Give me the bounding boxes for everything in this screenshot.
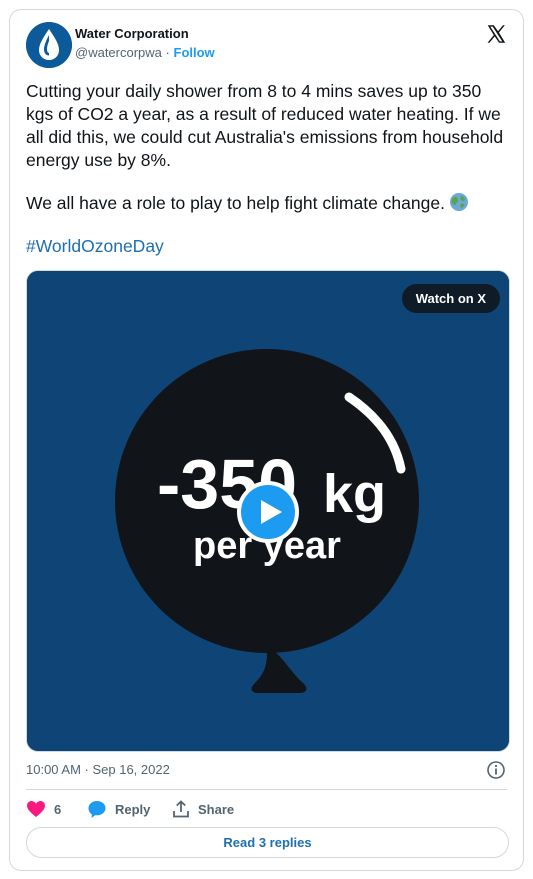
tweet-card: Water Corporation @watercorpwa · Follow …	[9, 9, 524, 871]
like-count: 6	[54, 801, 62, 817]
tweet-paragraph: We all have a role to play to help fight…	[26, 192, 512, 215]
author-info: Water Corporation @watercorpwa · Follow	[75, 25, 215, 62]
watch-on-x-button[interactable]: Watch on X	[401, 284, 500, 313]
reply-label: Reply	[115, 801, 151, 817]
timestamp-link[interactable]: 10:00 AM · Sep 16, 2022	[26, 762, 170, 777]
handle-separator: ·	[165, 45, 170, 60]
x-logo-icon[interactable]	[485, 23, 507, 45]
reply-button[interactable]: Reply	[87, 798, 150, 820]
tweet-text: Cutting your daily shower from 8 to 4 mi…	[26, 80, 512, 215]
share-icon	[173, 800, 189, 818]
avatar[interactable]	[26, 22, 72, 68]
share-button[interactable]: Share	[172, 798, 234, 820]
follow-link[interactable]: Follow	[174, 45, 215, 60]
hashtag-link[interactable]: #WorldOzoneDay	[26, 236, 164, 257]
speech-bubble-icon	[88, 801, 106, 818]
author-name[interactable]: Water Corporation	[75, 25, 215, 42]
tweet-paragraph: Cutting your daily shower from 8 to 4 mi…	[26, 81, 504, 170]
overlay-unit: kg	[323, 464, 387, 524]
author-handle[interactable]: @watercorpwa	[75, 45, 162, 60]
read-replies-button[interactable]: Read 3 replies	[26, 827, 509, 858]
play-icon	[261, 500, 282, 524]
water-drop-logo-icon	[26, 22, 72, 68]
author-handle-line: @watercorpwa · Follow	[75, 44, 215, 62]
play-button[interactable]	[237, 481, 299, 543]
like-button[interactable]: 6	[26, 798, 61, 820]
globe-icon	[449, 193, 468, 211]
tweet-paragraph-text: We all have a role to play to help fight…	[26, 193, 445, 213]
heart-icon	[27, 801, 45, 817]
divider	[26, 789, 507, 790]
info-icon[interactable]	[486, 760, 506, 780]
share-label: Share	[198, 801, 235, 817]
video-player[interactable]: Watch on X -350 kg per year	[26, 270, 510, 752]
